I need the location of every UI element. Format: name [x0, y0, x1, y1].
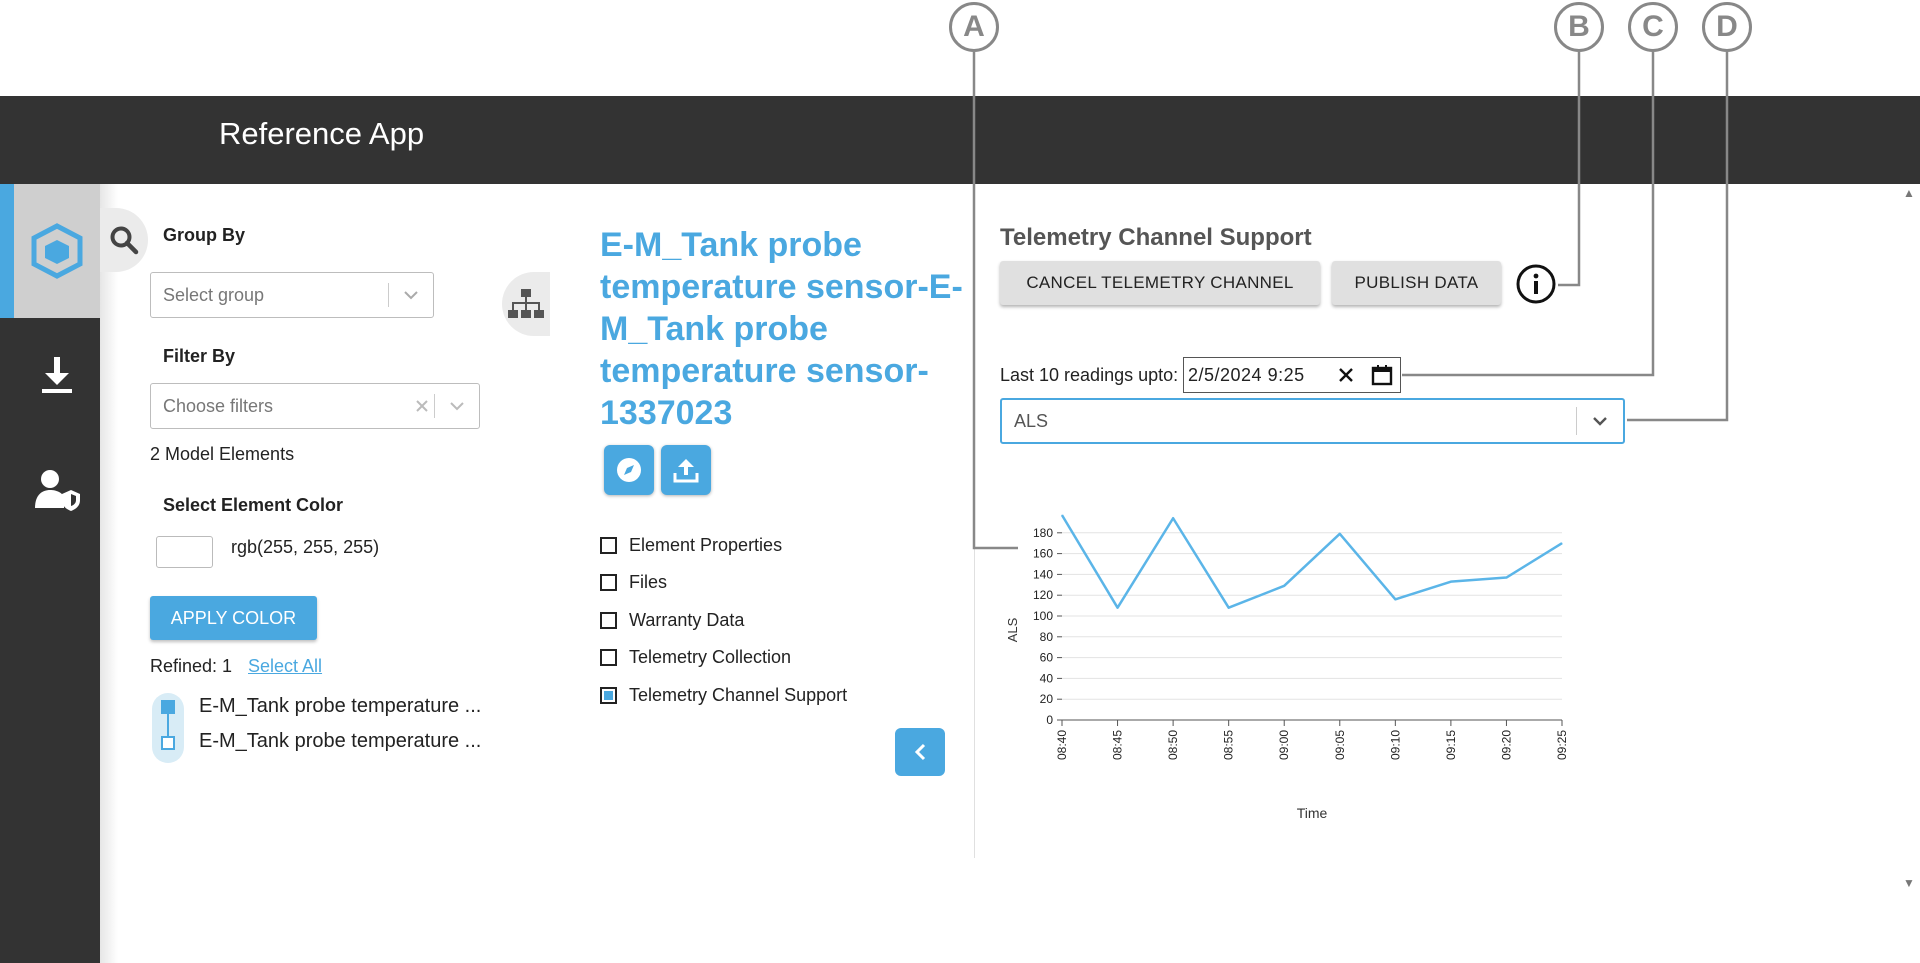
callout-a: A — [949, 2, 999, 52]
scroll-down-arrow[interactable]: ▼ — [1903, 876, 1915, 890]
callout-d: D — [1702, 2, 1752, 52]
scroll-up-arrow[interactable]: ▲ — [1903, 186, 1915, 200]
callout-c: C — [1628, 2, 1678, 52]
callout-b: B — [1554, 2, 1604, 52]
callout-lines — [972, 52, 1729, 550]
